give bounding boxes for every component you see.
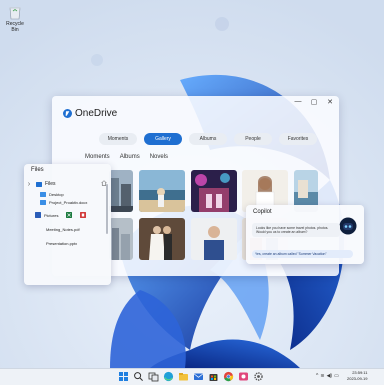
chevron-right-icon <box>27 182 31 186</box>
desktop-folder-icon <box>40 192 46 197</box>
recycle-bin-label: Recycle Bin <box>6 21 24 33</box>
word-doc-icon <box>35 212 41 218</box>
files-item-label: Project_Proaktiv.docx <box>49 200 88 205</box>
excel-icon <box>66 212 73 218</box>
task-view-icon[interactable] <box>148 371 159 382</box>
window-controls: — ▢ ✕ <box>293 98 335 106</box>
clock[interactable]: 23:59:11 2023-09-19 <box>347 370 367 382</box>
store-icon[interactable] <box>208 371 219 382</box>
search-icon[interactable] <box>133 371 144 382</box>
photo-tile-street[interactable] <box>109 170 133 212</box>
files-item-label: Desktop <box>49 192 64 197</box>
subtabs: Moments Albums Novels <box>85 154 168 160</box>
mail-icon[interactable] <box>193 371 204 382</box>
system-tray: ^ ≋ ◀) ▭ <box>316 373 339 379</box>
photos-icon[interactable] <box>238 371 249 382</box>
copilot-bot-icon <box>339 217 357 235</box>
copilot-message: Looks like you have some travel photos. … <box>252 223 340 238</box>
tab-moments[interactable]: Moments <box>99 133 137 145</box>
files-item-pictures[interactable]: Pictures <box>35 212 87 218</box>
scrollbar[interactable] <box>106 184 108 234</box>
maximize-button[interactable]: ▢ <box>309 98 319 106</box>
tab-people[interactable]: People <box>234 133 272 145</box>
files-panel: Files Files Desktop Project_Proaktiv.doc… <box>24 164 111 285</box>
recycle-bin-icon <box>9 7 21 20</box>
folder-icon <box>40 200 46 205</box>
app-title: OneDrive <box>75 108 118 119</box>
settings-icon[interactable] <box>253 371 264 382</box>
subtab-albums[interactable]: Albums <box>120 154 140 160</box>
file-explorer-icon[interactable] <box>178 371 189 382</box>
copilot-suggestion-button[interactable]: Yes, create an album called "Summer Vaca… <box>252 250 353 258</box>
copilot-title: Copilot <box>253 209 272 215</box>
photo-tile-portrait-man[interactable] <box>191 218 237 260</box>
files-panel-title: Files <box>31 167 44 173</box>
files-item-presentation[interactable]: Presentation.pptx <box>46 241 77 246</box>
pdf-icon <box>80 212 87 218</box>
volume-icon[interactable]: ◀) <box>327 373 333 379</box>
folder-icon <box>36 181 42 187</box>
photo-tile-city[interactable] <box>109 218 133 260</box>
tray-chevron-icon[interactable]: ^ <box>316 373 318 379</box>
battery-icon[interactable]: ▭ <box>334 373 339 379</box>
subtab-novels[interactable]: Novels <box>150 154 168 160</box>
onedrive-header: OneDrive <box>63 108 117 119</box>
recycle-bin-shortcut[interactable]: Recycle Bin <box>4 4 26 33</box>
files-item-label: Presentation.pptx <box>46 241 78 246</box>
subtab-moments[interactable]: Moments <box>85 154 110 160</box>
taskbar-pinned-apps <box>118 371 264 382</box>
windows-start-icon[interactable] <box>118 371 129 382</box>
files-item-label: Meeting_Notes.pdf <box>46 227 80 232</box>
tab-gallery[interactable]: Gallery <box>144 133 182 145</box>
gallery-tabs: Moments Gallery Albums People Favorites <box>99 133 317 145</box>
files-item-meeting-notes[interactable]: Meeting_Notes.pdf <box>46 227 80 232</box>
clock-date: 2023-09-19 <box>347 376 368 381</box>
copilot-panel: Copilot Looks like you have some travel … <box>246 205 364 264</box>
files-root-label: Files <box>45 181 56 187</box>
close-button[interactable]: ✕ <box>325 98 335 106</box>
files-item-desktop[interactable]: Desktop <box>40 192 64 197</box>
files-item-project[interactable]: Project_Proaktiv.docx <box>40 200 87 205</box>
minimize-button[interactable]: — <box>293 98 303 106</box>
tab-albums[interactable]: Albums <box>189 133 227 145</box>
files-nav-root[interactable]: Files <box>27 181 56 187</box>
tab-favorites[interactable]: Favorites <box>279 133 317 145</box>
edge-browser-icon[interactable] <box>163 371 174 382</box>
photo-tile-beach[interactable] <box>139 170 185 212</box>
photo-tile-wedding[interactable] <box>139 218 185 260</box>
photo-tile-carnival[interactable] <box>191 170 237 212</box>
files-item-label: Pictures <box>44 212 59 218</box>
wifi-icon[interactable]: ≋ <box>320 373 324 379</box>
onedrive-logo-icon <box>63 109 72 118</box>
taskbar: ^ ≋ ◀) ▭ 23:59:11 2023-09-19 <box>0 368 384 385</box>
chrome-icon[interactable] <box>223 371 234 382</box>
